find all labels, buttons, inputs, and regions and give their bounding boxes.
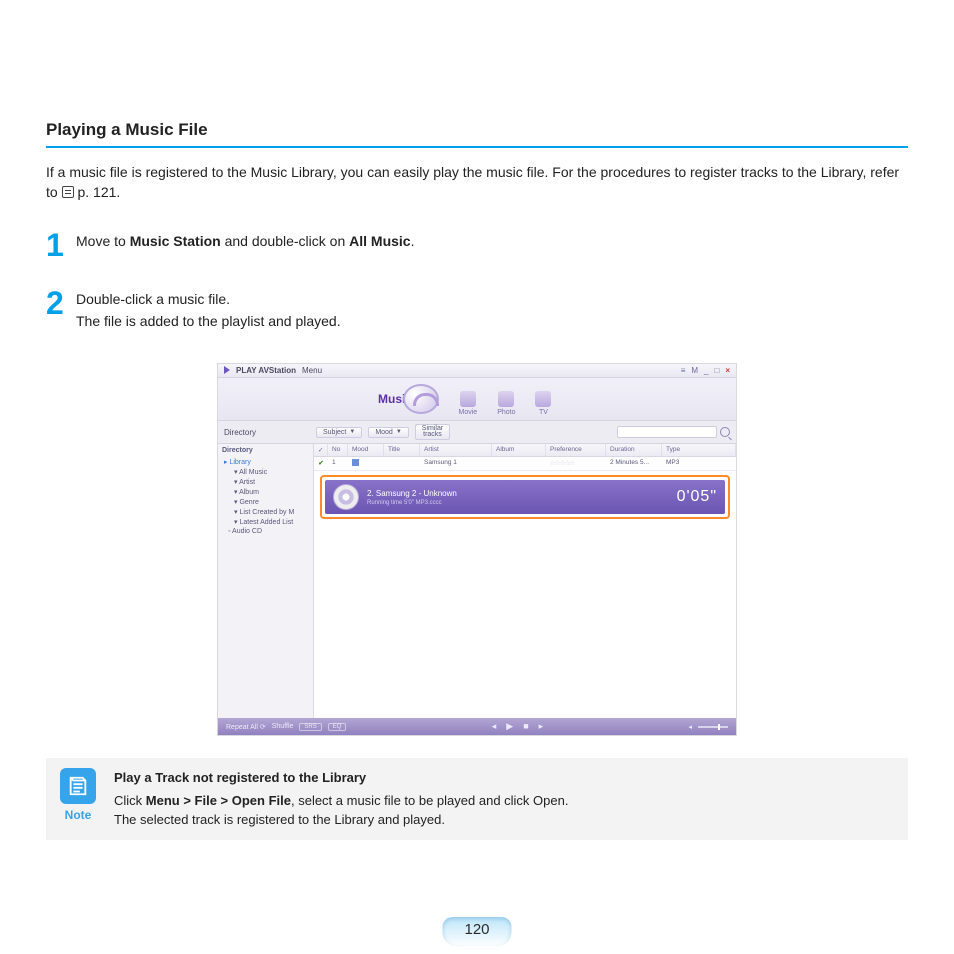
prev-icon[interactable]: ◂ bbox=[492, 721, 497, 732]
tab-movie[interactable]: Movie bbox=[459, 391, 478, 416]
cell-artist: Samsung 1 bbox=[420, 457, 492, 470]
repeat-button[interactable]: Repeat All ⟳ bbox=[226, 723, 266, 731]
tab-tv[interactable]: TV bbox=[535, 391, 551, 416]
headphones-icon bbox=[403, 384, 439, 414]
track-row[interactable]: ✔ 1 Samsung 1 ☆☆☆☆☆ 2 Minutes 5... MP3 bbox=[314, 457, 736, 471]
checkmark-icon: ✔ bbox=[318, 460, 323, 467]
sidebar-item-all-music[interactable]: ▾ All Music bbox=[222, 467, 309, 477]
now-playing-time: 0'05" bbox=[677, 488, 717, 506]
movie-icon bbox=[460, 391, 476, 407]
stop-icon[interactable]: ■ bbox=[523, 721, 528, 732]
col-no[interactable]: No bbox=[328, 444, 348, 456]
col-album[interactable]: Album bbox=[492, 444, 546, 456]
next-icon[interactable]: ▸ bbox=[539, 721, 544, 732]
col-title[interactable]: Title bbox=[384, 444, 420, 456]
note-box: Note Play a Track not registered to the … bbox=[46, 758, 908, 840]
note-line-2: The selected track is registered to the … bbox=[114, 810, 568, 830]
col-check[interactable]: ✓ bbox=[314, 444, 328, 456]
app-logo-icon bbox=[224, 366, 230, 374]
tab-music[interactable]: Music bbox=[403, 384, 439, 416]
tab-label: TV bbox=[539, 409, 548, 416]
step-2: 2 Double-click a music file.The file is … bbox=[46, 289, 908, 332]
sidebar: Directory ▸ Library ▾ All Music ▾ Artist… bbox=[218, 444, 314, 718]
station-tabs: Music Movie Photo TV bbox=[218, 378, 736, 421]
player-footer: Repeat All ⟳ Shuffle SRS EQ ◂ ▶ ■ ▸ ◂ bbox=[218, 718, 736, 735]
photo-icon bbox=[498, 391, 514, 407]
column-headers: ✓ No Mood Title Artist Album Preference … bbox=[314, 444, 736, 457]
note-line-1: Click Menu > File > Open File, select a … bbox=[114, 791, 568, 811]
window-control-icon[interactable]: ≡ bbox=[681, 366, 686, 375]
sidebar-item-artist[interactable]: ▾ Artist bbox=[222, 477, 309, 487]
sidebar-item-album[interactable]: ▾ Album bbox=[222, 487, 309, 497]
step-body: Double-click a music file.The file is ad… bbox=[76, 289, 341, 332]
note-icon bbox=[60, 768, 96, 804]
step-1: 1 Move to Music Station and double-click… bbox=[46, 231, 908, 260]
intro-text: If a music file is registered to the Mus… bbox=[46, 164, 899, 200]
directory-label: Directory bbox=[224, 428, 310, 437]
app-title: PLAY AVStation bbox=[236, 366, 296, 375]
sidebar-audio-cd[interactable]: ◦ Audio CD bbox=[222, 527, 309, 536]
eq-button[interactable]: EQ bbox=[328, 723, 347, 731]
step-number: 1 bbox=[46, 231, 64, 260]
mood-square-icon bbox=[352, 459, 359, 466]
app-titlebar: PLAY AVStation Menu ≡ M _ □ × bbox=[218, 364, 736, 378]
play-icon[interactable]: ▶ bbox=[506, 721, 513, 732]
cell-preference: ☆☆☆☆☆ bbox=[546, 457, 606, 470]
page-ref-icon bbox=[62, 186, 74, 198]
search-input[interactable] bbox=[617, 426, 717, 438]
note-title: Play a Track not registered to the Libra… bbox=[114, 768, 568, 788]
tab-photo[interactable]: Photo bbox=[497, 391, 515, 416]
mood-dropdown[interactable]: Mood▼ bbox=[368, 427, 408, 438]
maximize-icon[interactable]: □ bbox=[714, 366, 719, 375]
tv-icon bbox=[535, 391, 551, 407]
sidebar-header: Directory bbox=[222, 447, 309, 454]
cell-no: 1 bbox=[328, 457, 348, 470]
heading-rule bbox=[46, 146, 908, 148]
close-icon[interactable]: × bbox=[725, 366, 730, 375]
search-icon[interactable] bbox=[720, 427, 730, 437]
similar-tracks-button[interactable]: Similartracks bbox=[415, 424, 450, 441]
col-preference[interactable]: Preference bbox=[546, 444, 606, 456]
intro-paragraph: If a music file is registered to the Mus… bbox=[46, 162, 908, 203]
tab-label: Movie bbox=[459, 409, 478, 416]
chevron-down-icon: ▼ bbox=[396, 429, 402, 435]
app-menu-label[interactable]: Menu bbox=[302, 366, 322, 375]
sidebar-library[interactable]: ▸ Library bbox=[222, 457, 309, 467]
shuffle-button[interactable]: Shuffle bbox=[272, 723, 294, 730]
callout-highlight: 2. Samsung 2 - Unknown Running time 5'0"… bbox=[320, 475, 730, 519]
now-playing-title: 2. Samsung 2 - Unknown bbox=[367, 489, 669, 498]
srs-button[interactable]: SRS bbox=[299, 723, 321, 731]
app-screenshot: PLAY AVStation Menu ≡ M _ □ × Music Movi… bbox=[217, 363, 737, 737]
now-playing-subtext: Running time 5'0" MP3.cccc bbox=[367, 500, 669, 506]
window-control-icon[interactable]: M bbox=[691, 366, 698, 375]
note-label: Note bbox=[65, 808, 92, 822]
subject-dropdown[interactable]: Subject▼ bbox=[316, 427, 362, 438]
step-body: Move to Music Station and double-click o… bbox=[76, 231, 415, 253]
cell-type: MP3 bbox=[662, 457, 736, 470]
cell-duration: 2 Minutes 5... bbox=[606, 457, 662, 470]
intro-page-ref: p. 121. bbox=[74, 184, 121, 200]
sidebar-item-latest[interactable]: ▾ Latest Added List bbox=[222, 517, 309, 527]
volume-slider[interactable] bbox=[698, 726, 728, 728]
col-type[interactable]: Type bbox=[662, 444, 736, 456]
tab-label: Photo bbox=[497, 409, 515, 416]
col-mood[interactable]: Mood bbox=[348, 444, 384, 456]
chevron-down-icon: ▼ bbox=[349, 429, 355, 435]
track-list-pane: ✓ No Mood Title Artist Album Preference … bbox=[314, 444, 736, 718]
sidebar-item-genre[interactable]: ▾ Genre bbox=[222, 497, 309, 507]
now-playing-bar[interactable]: 2. Samsung 2 - Unknown Running time 5'0"… bbox=[325, 480, 725, 514]
col-duration[interactable]: Duration bbox=[606, 444, 662, 456]
disc-icon bbox=[333, 484, 359, 510]
page-number: 120 bbox=[442, 917, 511, 946]
section-heading: Playing a Music File bbox=[46, 120, 908, 140]
col-artist[interactable]: Artist bbox=[420, 444, 492, 456]
app-toolbar: Directory Subject▼ Mood▼ Similartracks bbox=[218, 421, 736, 445]
sidebar-item-user-list[interactable]: ▾ List Created by M bbox=[222, 507, 309, 517]
step-number: 2 bbox=[46, 289, 64, 318]
minimize-icon[interactable]: _ bbox=[704, 366, 708, 375]
volume-icon[interactable]: ◂ bbox=[688, 723, 692, 731]
